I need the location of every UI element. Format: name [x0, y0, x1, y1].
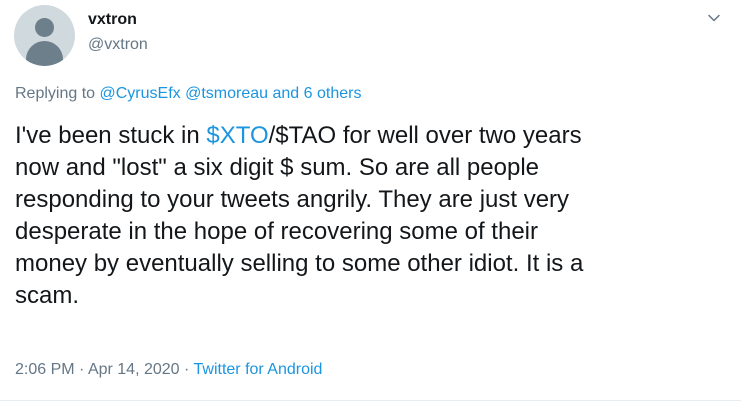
tweet-date[interactable]: Apr 14, 2020: [88, 361, 180, 378]
avatar-torso: [26, 41, 63, 66]
meta-separator-1: ·: [79, 361, 85, 378]
reply-mention-1[interactable]: @CyrusEfx: [100, 85, 181, 102]
avatar[interactable]: [14, 5, 75, 66]
tweet-line-4: desperate in the hope of recovering some…: [15, 218, 538, 245]
reply-others[interactable]: 6 others: [304, 85, 362, 102]
tweet-line-6: scam.: [15, 282, 80, 309]
chevron-down-icon[interactable]: [706, 10, 722, 26]
cashtag-link[interactable]: $XTO: [206, 122, 268, 149]
reply-others-conj[interactable]: and: [272, 85, 299, 102]
reply-prefix: Replying to: [15, 85, 96, 102]
user-handle: @vxtron: [88, 36, 148, 53]
meta-separator-2: ·: [184, 361, 190, 378]
tweet-line-2: now and "lost" a six digit $ sum. So are…: [15, 154, 539, 181]
reply-mention-2[interactable]: @tsmoreau: [185, 85, 268, 102]
tweet-lead: I've been stuck in: [15, 122, 207, 149]
tweet-text: I've been stuck in $XTO/$TAO for well ov…: [15, 120, 731, 312]
tweet-time[interactable]: 2:06 PM: [15, 361, 75, 378]
tweet-line-3: responding to your tweets angrily. They …: [15, 186, 570, 213]
avatar-head: [35, 18, 54, 37]
tweet-line-1: /$TAO for well over two years: [268, 122, 582, 149]
user-names: vxtron @vxtron: [88, 10, 148, 55]
divider: [0, 400, 741, 401]
tweet-line-5: money by eventually selling to some othe…: [15, 250, 584, 277]
display-name[interactable]: vxtron: [88, 10, 148, 30]
chevron-down-svg: [708, 14, 720, 22]
tweet-meta: 2:06 PM · Apr 14, 2020 · Twitter for And…: [15, 360, 322, 380]
tweet-source[interactable]: Twitter for Android: [194, 361, 323, 378]
reply-context: Replying to @CyrusEfx @tsmoreau and 6 ot…: [15, 84, 361, 104]
